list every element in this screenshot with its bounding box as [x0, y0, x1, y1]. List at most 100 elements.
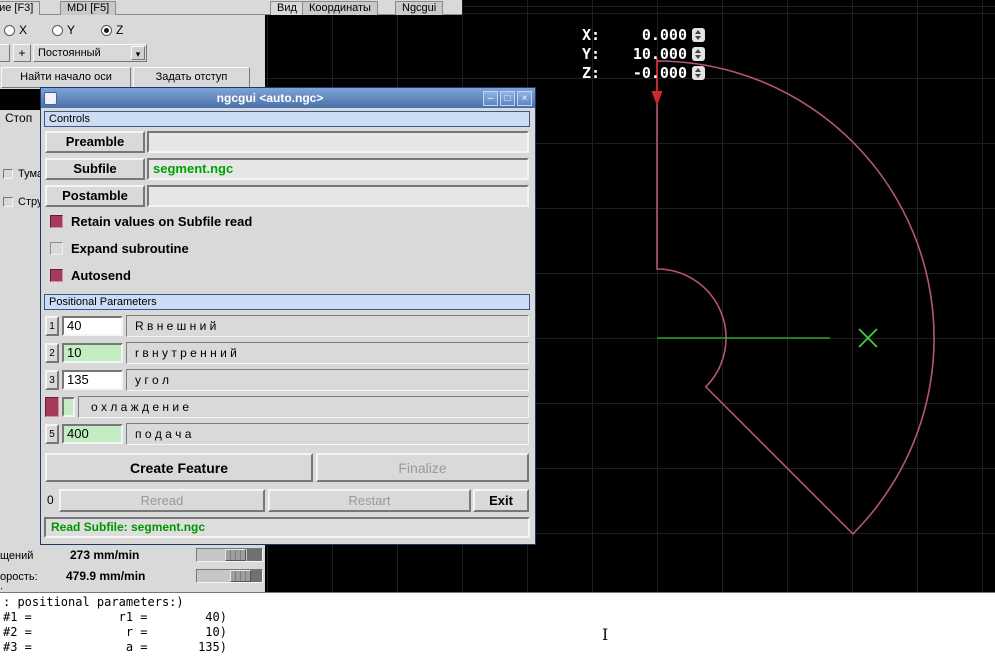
param-row-5: 5 400 п о д а ч а: [41, 423, 535, 445]
tab-dro[interactable]: Координаты: [302, 1, 378, 15]
postamble-row: Postamble: [41, 185, 535, 208]
param-4-checkbox[interactable]: [45, 397, 59, 417]
finalize-button[interactable]: Finalize: [316, 453, 529, 482]
velocity-slider[interactable]: [196, 569, 263, 583]
retain-values-checkbox[interactable]: Retain values on Subfile read: [41, 214, 252, 229]
dro-axis-label: Z:: [582, 64, 601, 82]
param-2-entry[interactable]: 10: [62, 343, 123, 363]
axis-z-radio[interactable]: Z: [101, 23, 123, 37]
flood-checkbox[interactable]: Стру: [3, 196, 42, 208]
status-message: Read Subfile: segment.ngc: [44, 517, 530, 538]
positional-frame-label: Positional Parameters: [49, 296, 157, 308]
postamble-button[interactable]: Postamble: [45, 185, 145, 207]
expand-subroutine-checkbox[interactable]: Expand subroutine: [41, 241, 189, 256]
ngcgui-dialog: ngcgui <auto.ngc> – □ × Controls Preambl…: [40, 87, 536, 545]
maximize-button[interactable]: □: [500, 90, 515, 106]
velocity-label: орость:: [0, 571, 38, 583]
axis-spinner-icon[interactable]: [692, 66, 705, 80]
checkbox-indicator: [50, 242, 63, 255]
param-row-2: 2 10 r в н у т р е н н и й: [41, 342, 535, 364]
positional-frame-header: Positional Parameters: [44, 294, 530, 310]
param-5-button[interactable]: 5: [45, 424, 59, 444]
set-offset-button[interactable]: Задать отступ: [133, 67, 250, 88]
axis-spinner-icon[interactable]: [692, 28, 705, 42]
checkbox-label: Autosend: [71, 268, 131, 283]
mist-checkbox[interactable]: Тума: [3, 168, 43, 180]
dro-axis-label: Y:: [582, 45, 601, 63]
create-feature-button[interactable]: Create Feature: [45, 453, 313, 482]
axis-spinner-icon[interactable]: [692, 47, 705, 61]
feed-override-label: щений: [0, 550, 34, 562]
close-button[interactable]: ×: [517, 90, 532, 106]
home-axis-button[interactable]: Найти начало оси: [1, 67, 131, 88]
slider-handle[interactable]: [230, 570, 251, 582]
param-1-value: 40: [67, 318, 82, 333]
subfile-button[interactable]: Subfile: [45, 158, 145, 180]
preamble-entry[interactable]: [147, 131, 529, 153]
preamble-button[interactable]: Preamble: [45, 131, 145, 153]
param-4-label: о х л а ж д е н и е: [78, 396, 529, 418]
screen: X: 0.000 Y: 10.000 Z: -0.000 ние [F3] MD…: [0, 0, 995, 657]
left-tabbar: ние [F3] MDI [F5]: [0, 0, 265, 15]
dro-value: 10.000: [632, 45, 687, 63]
param-3-entry[interactable]: 135: [62, 370, 123, 390]
restart-button[interactable]: Restart: [268, 489, 471, 512]
radio-label: Z: [116, 23, 124, 37]
jog-minus-button[interactable]: [0, 44, 10, 62]
controls-frame-label: Controls: [49, 113, 90, 125]
feed-override-slider[interactable]: [196, 548, 263, 562]
dro-value: 0.000: [641, 26, 687, 44]
chevron-down-icon: ▾: [131, 46, 145, 60]
param-1-button[interactable]: 1: [45, 316, 59, 336]
subfile-row: Subfile segment.ngc: [41, 158, 535, 181]
param-3-label: у г о л: [126, 369, 529, 391]
text-cursor: I: [602, 625, 609, 644]
exit-button[interactable]: Exit: [473, 489, 529, 512]
param-3-value: 135: [67, 372, 89, 387]
radio-indicator: [52, 24, 63, 36]
mdi-history-console[interactable]: : positional parameters:) #1 = r1 = 40) …: [0, 592, 995, 657]
jog-plus-button[interactable]: +: [13, 44, 31, 62]
axis-x-radio[interactable]: X: [4, 23, 27, 37]
radio-indicator: [4, 24, 15, 36]
slider-handle[interactable]: [225, 549, 246, 561]
jog-mode-combobox[interactable]: Постоянный ▾: [33, 44, 147, 62]
radio-label: X: [19, 23, 28, 37]
dialog-body: Controls Preamble Subfile segment.ngc Po…: [41, 108, 535, 545]
param-3-button[interactable]: 3: [45, 370, 59, 390]
param-row-1: 1 40 R в н е ш н и й: [41, 315, 535, 337]
checkbox-indicator: [3, 169, 13, 179]
param-1-label: R в н е ш н и й: [126, 315, 529, 337]
postamble-entry[interactable]: [147, 185, 529, 207]
tab-manual-control[interactable]: ние [F3]: [0, 1, 41, 15]
subfile-value: segment.ngc: [153, 161, 234, 176]
segment-outline: [656, 60, 935, 536]
subfile-entry[interactable]: segment.ngc: [147, 158, 529, 180]
velocity-value: 479.9 mm/min: [66, 569, 146, 583]
param-4-entry[interactable]: [62, 397, 75, 417]
dialog-titlebar[interactable]: ngcgui <auto.ngc> – □ ×: [41, 88, 535, 108]
radio-label: Y: [67, 23, 76, 37]
param-2-value: 10: [67, 345, 82, 360]
controls-frame-header: Controls: [44, 111, 530, 127]
reread-button[interactable]: Reread: [59, 489, 265, 512]
tool-x-marker: [858, 328, 878, 348]
param-5-label: п о д а ч а: [126, 423, 529, 445]
dro-value: -0.000: [632, 64, 687, 82]
tab-preview[interactable]: Вид: [270, 1, 304, 15]
tab-mdi[interactable]: MDI [F5]: [60, 1, 117, 15]
console-line: : positional parameters:): [3, 595, 184, 609]
checkbox-label: Стру: [18, 196, 43, 208]
param-2-button[interactable]: 2: [45, 343, 59, 363]
param-5-entry[interactable]: 400: [62, 424, 123, 444]
dialog-title: ngcgui <auto.ngc>: [216, 91, 324, 105]
autosend-checkbox[interactable]: Autosend: [41, 268, 131, 283]
minimize-button[interactable]: –: [483, 90, 498, 106]
tab-ngcgui[interactable]: Ngcgui: [395, 1, 444, 15]
checkbox-indicator: [3, 197, 13, 207]
param-1-entry[interactable]: 40: [62, 316, 123, 336]
right-tabbar: Вид Координаты Ngcgui: [265, 0, 462, 15]
param-5-value: 400: [67, 426, 89, 441]
dro-row-y: Y: 10.000: [565, 45, 705, 63]
axis-y-radio[interactable]: Y: [52, 23, 75, 37]
